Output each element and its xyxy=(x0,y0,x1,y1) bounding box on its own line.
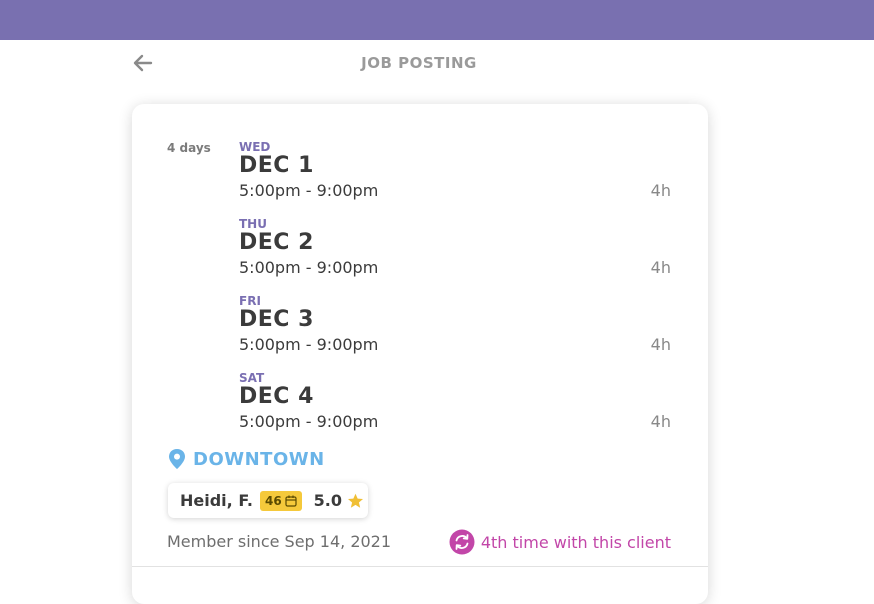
shift-date: DEC 2 xyxy=(239,230,314,255)
shift-weekday: THU xyxy=(239,217,267,231)
shift-time: 5:00pm - 9:00pm xyxy=(239,335,379,354)
worker-rating: 5.0 xyxy=(313,491,343,510)
divider xyxy=(132,566,708,567)
total-days-label: 4 days xyxy=(167,141,211,155)
shift-duration: 4h xyxy=(650,412,671,431)
top-bar xyxy=(0,0,874,40)
shift-count: 46 xyxy=(264,493,282,508)
worker-chip[interactable]: Heidi, F. 46 5.0 xyxy=(168,483,368,518)
member-since-text: Member since Sep 14, 2021 xyxy=(167,532,392,551)
shift-weekday: FRI xyxy=(239,294,261,308)
shift-weekday: WED xyxy=(239,140,271,154)
shift-time: 5:00pm - 9:00pm xyxy=(239,412,379,431)
shift-time: 5:00pm - 9:00pm xyxy=(239,181,379,200)
shift-day: FRI DEC 3 5:00pm - 9:00pm 4h xyxy=(239,294,671,371)
client-history: 4th time with this client xyxy=(449,529,671,555)
shift-day: THU DEC 2 5:00pm - 9:00pm 4h xyxy=(239,217,671,294)
location-link[interactable]: DOWNTOWN xyxy=(167,448,325,470)
shift-date: DEC 4 xyxy=(239,384,314,409)
star-icon xyxy=(347,493,364,509)
client-history-text: 4th time with this client xyxy=(480,532,671,552)
shift-duration: 4h xyxy=(650,181,671,200)
shift-count-badge: 46 xyxy=(259,490,302,511)
shift-time: 5:00pm - 9:00pm xyxy=(239,258,379,277)
page-title: JOB POSTING xyxy=(361,54,477,72)
worker-name: Heidi, F. xyxy=(180,491,253,510)
location-name: DOWNTOWN xyxy=(193,448,325,470)
job-posting-card: 4 days WED DEC 1 5:00pm - 9:00pm 4h THU … xyxy=(132,104,708,604)
location-pin-icon xyxy=(169,449,185,469)
shift-duration: 4h xyxy=(650,258,671,277)
shift-day: WED DEC 1 5:00pm - 9:00pm 4h xyxy=(239,140,671,217)
shift-day: SAT DEC 4 5:00pm - 9:00pm 4h xyxy=(239,371,671,448)
shift-duration: 4h xyxy=(650,335,671,354)
shift-date: DEC 3 xyxy=(239,307,314,332)
repeat-icon xyxy=(449,529,475,555)
calendar-icon xyxy=(285,495,297,507)
shift-date: DEC 1 xyxy=(239,153,314,178)
shift-weekday: SAT xyxy=(239,371,265,385)
